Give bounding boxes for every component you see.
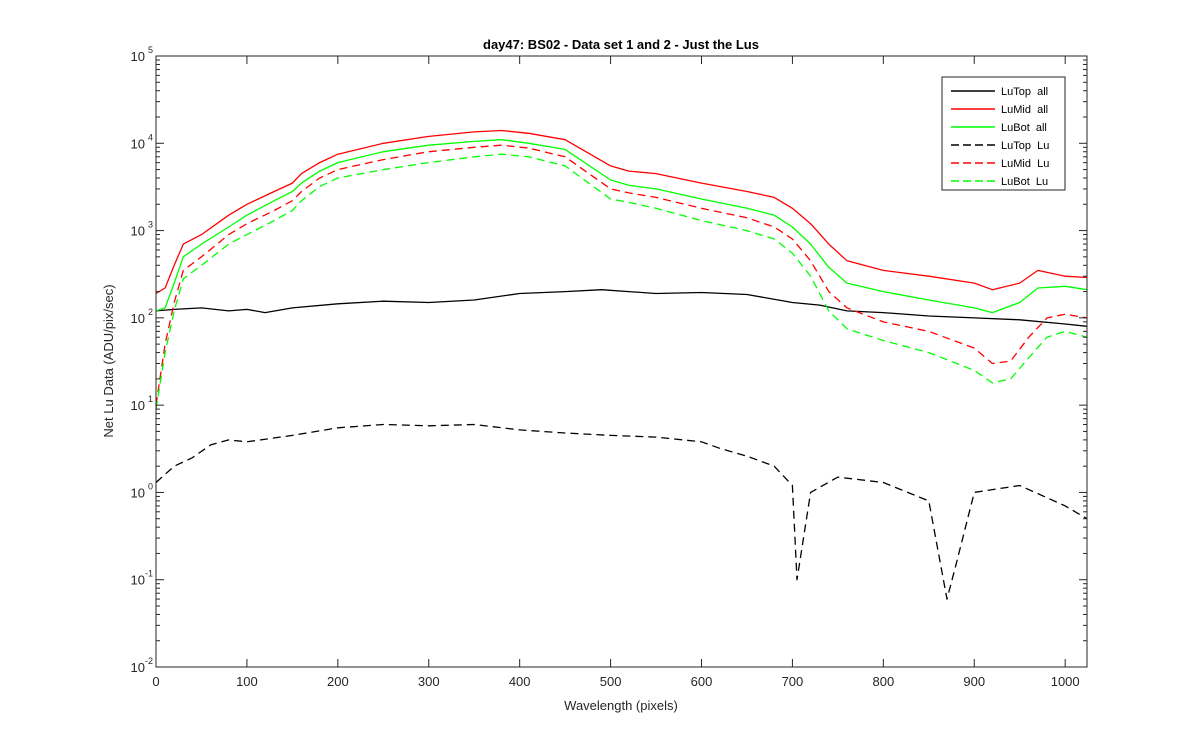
y-tick-label: 10 [131,224,145,239]
chart-figure: 0 100 200 300 400 500 600 700 800 900 1000 10 -210-… [0,0,1200,750]
x-tick-label: 500 [600,674,622,689]
chart-title: day47: BS02 - Data set 1 and 2 - Just th… [483,37,759,52]
y-tick-exponent: 5 [148,45,153,55]
x-tick-label: 0 [152,674,159,689]
x-axis-label: Wavelength (pixels) [564,698,678,713]
legend-label: LuTop Lu [1001,140,1049,152]
legend-label: LuBot Lu [1001,176,1048,188]
x-tick-label: 700 [782,674,804,689]
y-tick-exponent: 0 [148,481,153,491]
y-tick-label: 10 [131,660,145,675]
y-axis-label: Net Lu Data (ADU/pix/sec) [101,284,116,437]
x-tick-label: 300 [418,674,440,689]
y-tick-label: 10 [131,573,145,588]
legend-label: LuTop all [1001,86,1048,98]
y-tick-label: 10 [131,136,145,151]
y-tick-exponent: -1 [145,569,153,579]
y-tick-label: 10 [131,311,145,326]
y-tick-exponent: -2 [145,656,153,666]
y-tick-label: 10 [131,398,145,413]
x-tick-label: 400 [509,674,531,689]
legend-label: LuMid Lu [1001,158,1049,170]
x-tick-label: 800 [872,674,894,689]
legend: LuTop all LuMid all LuBot all LuTop Lu LuMid… [941,76,1066,191]
y-tick-label: 10 [131,485,145,500]
y-tick-label: 10 [131,49,145,64]
x-tick-label: 100 [236,674,258,689]
x-tick-label: 900 [963,674,985,689]
legend-label: LuMid all [1001,104,1048,116]
y-tick-exponent: 2 [148,307,153,317]
y-tick-exponent: 1 [148,394,153,404]
x-tick-label: 600 [691,674,713,689]
y-tick-exponent: 4 [148,132,153,142]
y-tick-exponent: 3 [148,220,153,230]
legend-label: LuBot all [1001,122,1047,134]
x-tick-label: 1000 [1051,674,1080,689]
x-tick-label: 200 [327,674,349,689]
